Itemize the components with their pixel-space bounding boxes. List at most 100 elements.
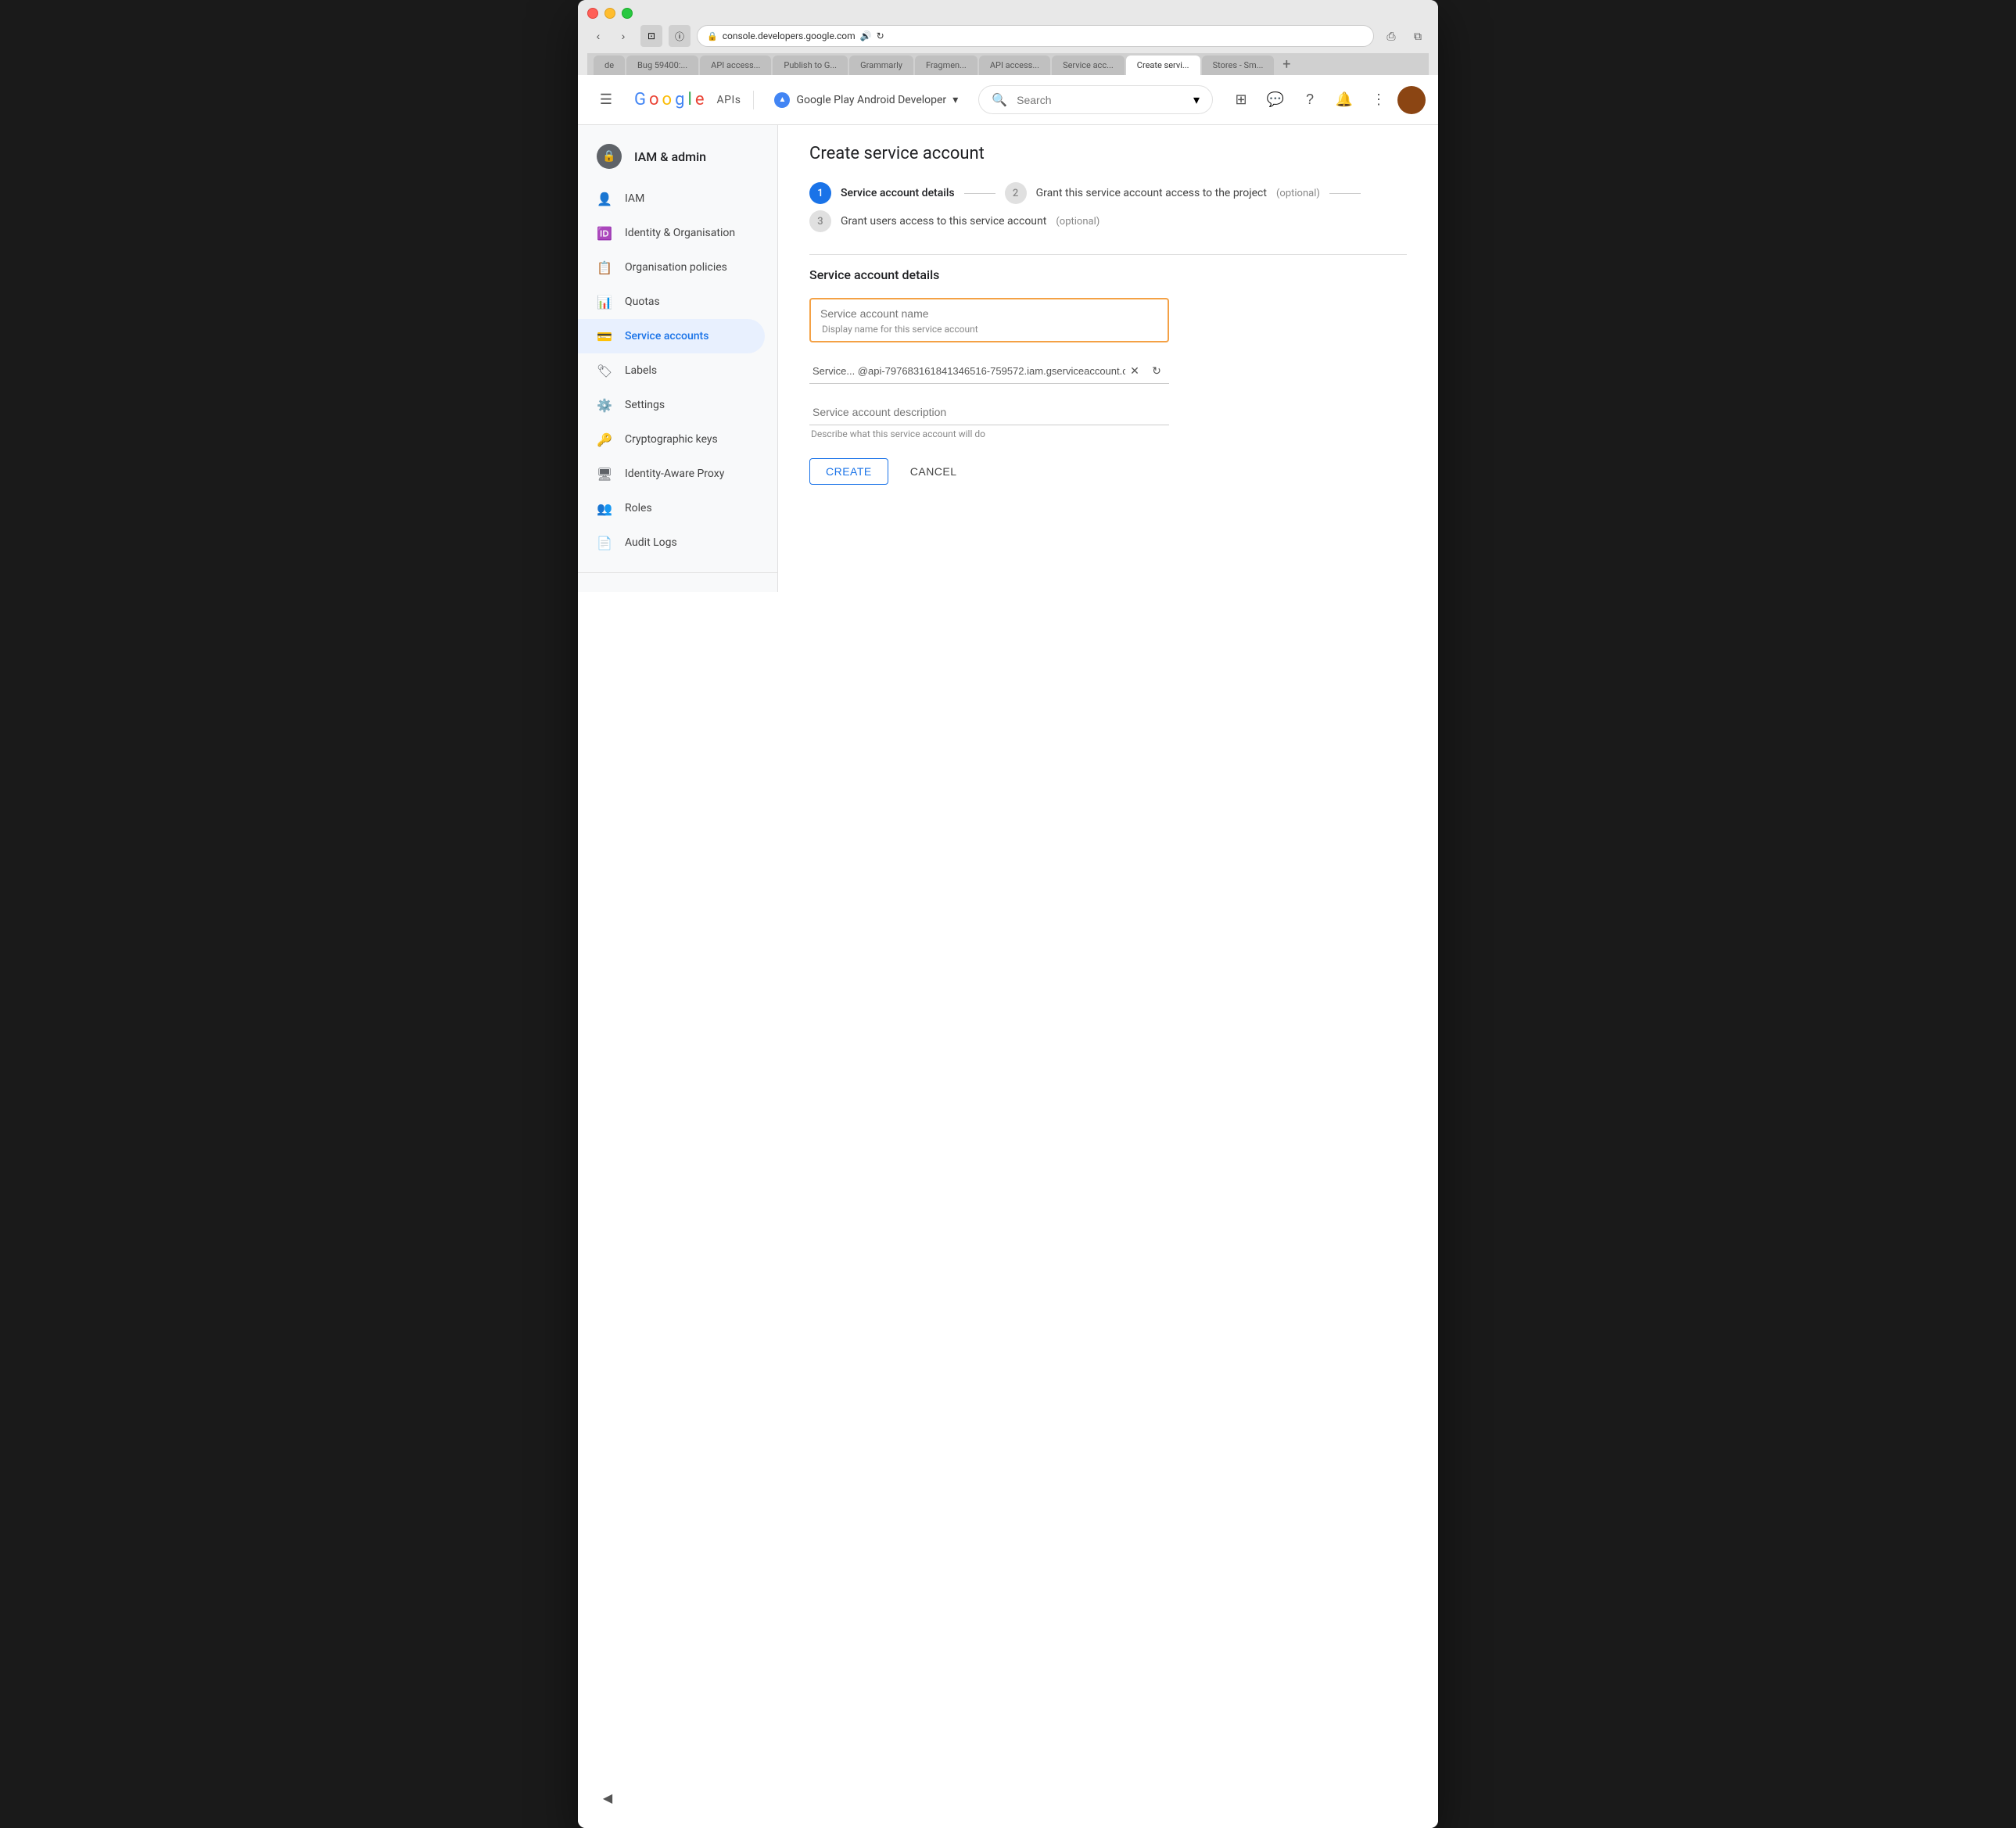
lock-icon: 🔒 bbox=[707, 31, 718, 41]
identity-proxy-icon: 🖥 bbox=[597, 466, 612, 482]
org-policies-icon: 📋 bbox=[597, 260, 612, 275]
page-title: Create service account bbox=[809, 144, 1407, 163]
traffic-light-yellow[interactable] bbox=[604, 8, 615, 19]
address-bar[interactable]: 🔒 console.developers.google.com 🔊 ↻ bbox=[697, 25, 1374, 47]
project-dropdown-icon: ▾ bbox=[952, 94, 958, 106]
sidebar-item-org-policies[interactable]: 📋 Organisation policies bbox=[578, 250, 765, 285]
step-divider-2 bbox=[1329, 193, 1361, 194]
back-button[interactable]: ‹ bbox=[587, 25, 609, 47]
service-account-name-input[interactable] bbox=[820, 307, 1158, 320]
tab-grammarly[interactable]: Grammarly bbox=[849, 56, 913, 75]
sidebar-item-labels[interactable]: 🏷 Labels bbox=[578, 353, 765, 388]
tab-view-button[interactable]: ⊡ bbox=[640, 25, 662, 47]
settings-icon: ⚙️ bbox=[597, 397, 612, 413]
tab-service-acc[interactable]: Service acc... bbox=[1052, 56, 1125, 75]
service-account-name-field: Display name for this service account bbox=[809, 298, 1407, 342]
sidebar-item-service-accounts[interactable]: 💳 Service accounts bbox=[578, 319, 765, 353]
iam-icon: 👤 bbox=[597, 191, 612, 206]
name-input-wrapper: Display name for this service account bbox=[809, 298, 1169, 342]
sidebar-label-audit-logs: Audit Logs bbox=[625, 536, 677, 549]
sidebar-label-crypto-keys: Cryptographic keys bbox=[625, 433, 718, 446]
service-account-description-input[interactable] bbox=[809, 400, 1169, 425]
cancel-button[interactable]: CANCEL bbox=[895, 458, 973, 485]
tab-api2[interactable]: API access... bbox=[979, 56, 1050, 75]
step-3-optional: (optional) bbox=[1056, 216, 1099, 228]
service-account-description-field: Describe what this service account will … bbox=[809, 400, 1407, 439]
step-2-optional: (optional) bbox=[1276, 188, 1320, 199]
quotas-icon: 📊 bbox=[597, 294, 612, 310]
traffic-light-green[interactable] bbox=[622, 8, 633, 19]
sidebar-item-identity[interactable]: 🆔 Identity & Organisation bbox=[578, 216, 765, 250]
sidebar-item-identity-proxy[interactable]: 🖥 Identity-Aware Proxy bbox=[578, 457, 765, 491]
form-actions: CREATE CANCEL bbox=[809, 458, 1407, 485]
iam-header-icon: 🔒 bbox=[597, 144, 622, 169]
help-button[interactable]: ? bbox=[1294, 84, 1325, 116]
tab-create-servi[interactable]: Create servi... bbox=[1126, 56, 1200, 75]
sidebar-item-quotas[interactable]: 📊 Quotas bbox=[578, 285, 765, 319]
sidebar-label-roles: Roles bbox=[625, 502, 652, 514]
sidebar-header-title: IAM & admin bbox=[634, 149, 706, 164]
sidebar-item-iam[interactable]: 👤 IAM bbox=[578, 181, 765, 216]
service-account-email-input[interactable] bbox=[812, 365, 1125, 377]
sidebar-header: 🔒 IAM & admin bbox=[578, 131, 777, 181]
roles-icon: 👥 bbox=[597, 500, 612, 516]
sidebar-label-iam: IAM bbox=[625, 192, 644, 205]
step-divider-1 bbox=[964, 193, 995, 194]
search-icon: 🔍 bbox=[992, 92, 1007, 107]
crypto-keys-icon: 🔑 bbox=[597, 432, 612, 447]
google-logo: Google bbox=[634, 90, 704, 109]
refresh-icon: ↻ bbox=[877, 30, 884, 41]
identity-icon: 🆔 bbox=[597, 225, 612, 241]
sidebar-item-roles[interactable]: 👥 Roles bbox=[578, 491, 765, 525]
sidebar-item-crypto-keys[interactable]: 🔑 Cryptographic keys bbox=[578, 422, 765, 457]
search-bar[interactable]: 🔍 ▾ bbox=[978, 85, 1213, 114]
sidebar-label-org-policies: Organisation policies bbox=[625, 261, 727, 274]
more-options-button[interactable]: ⋮ bbox=[1363, 84, 1394, 116]
share-button[interactable]: ⎙ bbox=[1380, 25, 1402, 47]
sidebar-label-service-accounts: Service accounts bbox=[625, 330, 708, 342]
audit-logs-icon: 📄 bbox=[597, 535, 612, 550]
step-2-label: Grant this service account access to the… bbox=[1036, 187, 1267, 199]
stepper: 1 Service account details 2 Grant this s… bbox=[809, 182, 1407, 232]
search-input[interactable] bbox=[1017, 94, 1184, 106]
sidebar-label-settings: Settings bbox=[625, 399, 665, 411]
nav-divider bbox=[753, 91, 754, 109]
email-clear-button[interactable]: ✕ bbox=[1125, 361, 1144, 380]
user-avatar[interactable] bbox=[1397, 86, 1426, 114]
new-tab-icon[interactable]: + bbox=[1275, 53, 1297, 75]
tab-de[interactable]: de bbox=[594, 56, 625, 75]
chat-button[interactable]: 💬 bbox=[1260, 84, 1291, 116]
tab-publish[interactable]: Publish to G... bbox=[773, 56, 848, 75]
apps-button[interactable]: ⊞ bbox=[1225, 84, 1257, 116]
search-dropdown-icon: ▾ bbox=[1193, 92, 1200, 107]
tab-api1[interactable]: API access... bbox=[700, 56, 771, 75]
sidebar-item-settings[interactable]: ⚙️ Settings bbox=[578, 388, 765, 422]
tab-fragment[interactable]: Fragmen... bbox=[915, 56, 978, 75]
service-accounts-icon: 💳 bbox=[597, 328, 612, 344]
reading-mode-button[interactable]: ⓘ bbox=[669, 25, 691, 47]
traffic-light-red[interactable] bbox=[587, 8, 598, 19]
project-name: Google Play Android Developer bbox=[796, 94, 946, 106]
notifications-button[interactable]: 🔔 bbox=[1329, 84, 1360, 116]
step-1-circle: 1 bbox=[809, 182, 831, 204]
name-input-helper: Display name for this service account bbox=[820, 324, 1158, 335]
project-dot-icon: ▲ bbox=[774, 92, 790, 108]
tab-stores[interactable]: Stores - Sm... bbox=[1202, 56, 1275, 75]
sidebar-item-audit-logs[interactable]: 📄 Audit Logs bbox=[578, 525, 765, 560]
create-button[interactable]: CREATE bbox=[809, 458, 888, 485]
email-refresh-button[interactable]: ↻ bbox=[1147, 361, 1166, 380]
sidebar-label-labels: Labels bbox=[625, 364, 657, 377]
top-nav-actions: ⊞ 💬 ? 🔔 ⋮ bbox=[1225, 84, 1426, 116]
new-tab-button[interactable]: ⧉ bbox=[1407, 25, 1429, 47]
project-selector[interactable]: ▲ Google Play Android Developer ▾ bbox=[766, 88, 966, 113]
audio-icon: 🔊 bbox=[860, 30, 872, 41]
sidebar-label-identity: Identity & Organisation bbox=[625, 227, 735, 239]
forward-button[interactable]: › bbox=[612, 25, 634, 47]
email-field-row: ✕ ↻ bbox=[809, 358, 1169, 384]
sidebar: 🔒 IAM & admin 👤 IAM 🆔 Identity & Organis… bbox=[578, 125, 778, 592]
step-3-circle: 3 bbox=[809, 210, 831, 232]
description-helper: Describe what this service account will … bbox=[809, 428, 1407, 439]
tab-bug[interactable]: Bug 59400:... bbox=[626, 56, 698, 75]
hamburger-menu-button[interactable]: ☰ bbox=[590, 84, 622, 116]
apis-label: APIs bbox=[716, 94, 741, 106]
